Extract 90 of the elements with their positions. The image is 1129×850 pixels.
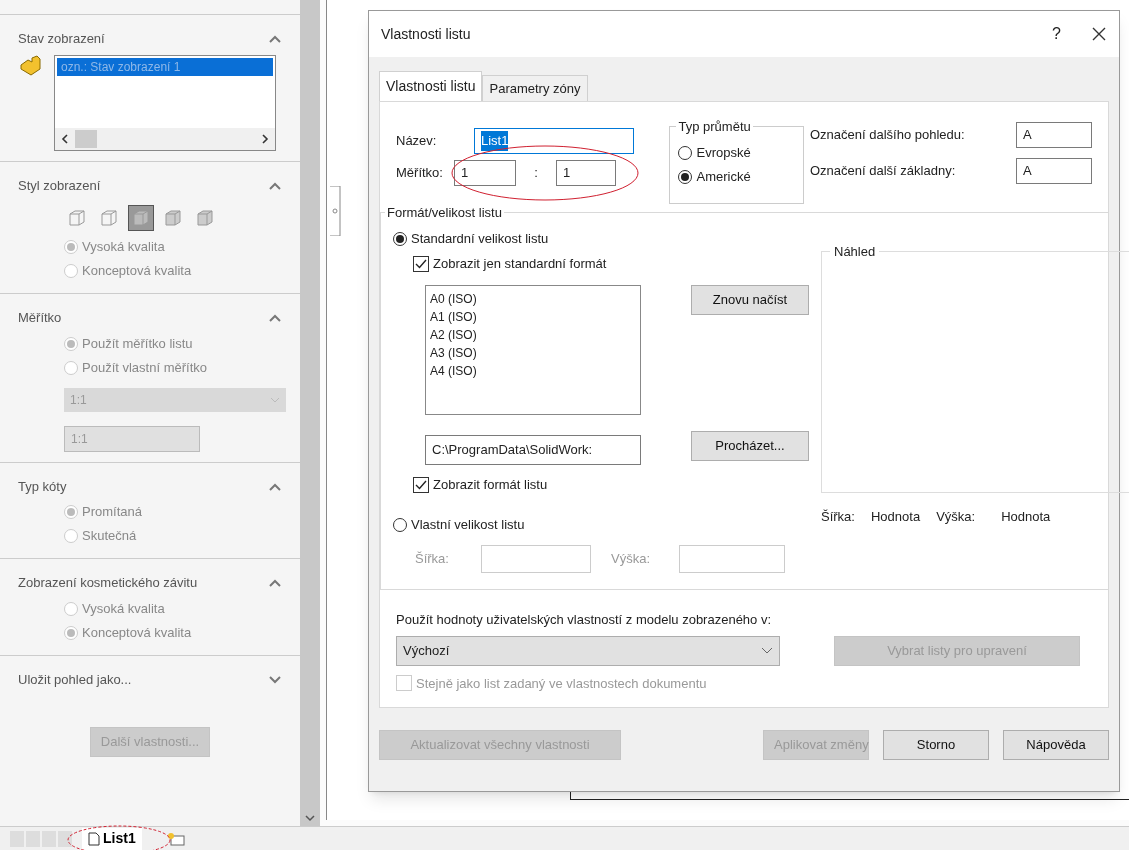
close-icon[interactable]	[1091, 26, 1107, 42]
dialog-tab[interactable]: Vlastnosti listu	[379, 71, 483, 101]
scroll-down-icon[interactable]	[305, 815, 315, 822]
section-title: Měřítko	[18, 309, 62, 327]
scroll-left-icon[interactable]	[61, 133, 69, 144]
name-label: Název:	[396, 132, 438, 151]
vertical-scrollbar[interactable]	[300, 0, 320, 826]
preview-height-value: Hodnota	[1001, 508, 1051, 526]
next-datum-label: Označení další základny:	[810, 162, 957, 181]
checkbox-label: Stejně jako list zadaný ve vlastnostech dokumentu	[416, 674, 707, 693]
list-item[interactable]: A0 (ISO)	[430, 290, 636, 308]
radio-label: Použít měřítko listu	[82, 334, 193, 353]
radio-label: Použít vlastní měřítko	[82, 358, 207, 377]
add-sheet-icon[interactable]	[165, 830, 186, 847]
cube-icon	[99, 208, 119, 228]
width-field[interactable]	[481, 545, 591, 573]
footer-button[interactable]: Nápověda	[1003, 730, 1109, 760]
radio-label: Vlastní velikost listu	[411, 516, 525, 535]
expand-icon[interactable]	[268, 674, 282, 684]
scroll-right-icon[interactable]	[261, 133, 269, 144]
list-item[interactable]: A4 (ISO)	[430, 362, 636, 380]
radio-label: Vysoká kvalita	[82, 599, 165, 618]
sheet-navigation-drawing[interactable]	[10, 830, 72, 847]
scale-label: Měřítko:	[396, 164, 444, 183]
list-item[interactable]: A1 (ISO)	[430, 308, 636, 326]
scale-separator: :	[533, 164, 539, 183]
sheet-icon	[88, 831, 100, 846]
browse-button[interactable]: Procházet...	[691, 431, 809, 461]
help-button[interactable]: ?	[1052, 22, 1061, 46]
radio-label: Evropské	[696, 144, 751, 163]
panel-handle-icon[interactable]	[330, 186, 342, 236]
section-title: Stav zobrazení	[18, 30, 105, 48]
scale-denominator-field[interactable]: 1	[556, 160, 616, 186]
radio-label: Vysoká kvalita	[82, 238, 165, 257]
radio-label: Konceptová kvalita	[82, 262, 192, 281]
preview-height-label: Výška:	[936, 508, 976, 526]
collapse-icon[interactable]	[268, 180, 282, 190]
dropdown-caret-icon	[761, 646, 773, 655]
sheet-tab[interactable]: List1	[82, 827, 142, 850]
preview-width-label: Šířka:	[821, 508, 855, 526]
scale-numerator-field[interactable]: 1	[454, 160, 516, 186]
footer-button[interactable]: Storno	[883, 730, 989, 760]
section-title: Zobrazení kosmetického závitu	[18, 574, 198, 592]
checkbox[interactable]	[413, 256, 429, 272]
list-item[interactable]: A2 (ISO)	[430, 326, 636, 344]
collapse-icon[interactable]	[268, 313, 282, 323]
collapse-icon[interactable]	[268, 578, 282, 588]
dialog-title: Vlastnosti listu	[381, 24, 471, 44]
radio-label: Americké	[696, 168, 751, 187]
dialog-tab[interactable]: Parametry zóny	[482, 75, 588, 101]
radio-button[interactable]	[678, 146, 693, 160]
next-view-label: Označení dalšího pohledu:	[810, 126, 966, 145]
height-field[interactable]	[679, 545, 785, 573]
name-field[interactable]: List1	[474, 128, 634, 154]
next-view-field[interactable]: A	[1016, 122, 1092, 148]
dropdown-caret-icon	[270, 396, 280, 403]
collapse-icon[interactable]	[268, 481, 282, 491]
section-title: Uložit pohled jako...	[18, 670, 132, 689]
radio-button[interactable]	[393, 518, 407, 532]
cube-icon	[67, 208, 87, 228]
section-title: Styl zobrazení	[18, 176, 101, 195]
next-datum-field[interactable]: A	[1016, 158, 1092, 184]
collapse-icon[interactable]	[268, 34, 282, 44]
list-item[interactable]: A3 (ISO)	[430, 344, 636, 362]
radio-button[interactable]	[393, 232, 407, 246]
cube-icon	[195, 208, 215, 228]
reload-button[interactable]: Znovu načíst	[691, 285, 809, 315]
radio-label: Promítaná	[82, 503, 142, 522]
scroll-thumb[interactable]	[75, 129, 97, 148]
checkbox-label: Zobrazit jen standardní formát	[433, 255, 607, 274]
width-label: Šířka:	[415, 550, 450, 569]
radio-button[interactable]	[678, 170, 693, 184]
sheet-size-list[interactable]: A0 (ISO) A1 (ISO) A2 (ISO) A3 (ISO) A4 (ISO)	[425, 285, 641, 415]
section-title: Typ kóty	[18, 477, 67, 496]
height-label: Výška:	[611, 550, 651, 569]
checkbox[interactable]	[413, 477, 429, 493]
model-dropdown[interactable]: Výchozí	[396, 635, 780, 666]
part-icon	[18, 54, 42, 77]
checkbox-label: Zobrazit formát listu	[433, 476, 548, 495]
model-label: Použít hodnoty uživatelských vlastností z modelu zobrazeného v:	[396, 611, 773, 629]
cube-icon	[131, 208, 151, 228]
horizontal-scrollbar[interactable]	[55, 127, 275, 150]
path-field[interactable]: C:\ProgramData\SolidWork:	[425, 435, 641, 465]
cube-icon	[163, 208, 183, 228]
radio-label: Skutečná	[82, 527, 137, 546]
preview-width-value: Hodnota	[870, 508, 921, 526]
group-title: Typ průmětu	[676, 117, 753, 137]
radio-label: Konceptová kvalita	[82, 623, 192, 642]
radio-label: Standardní velikost listu	[411, 230, 549, 249]
display-style-button[interactable]	[128, 205, 154, 231]
